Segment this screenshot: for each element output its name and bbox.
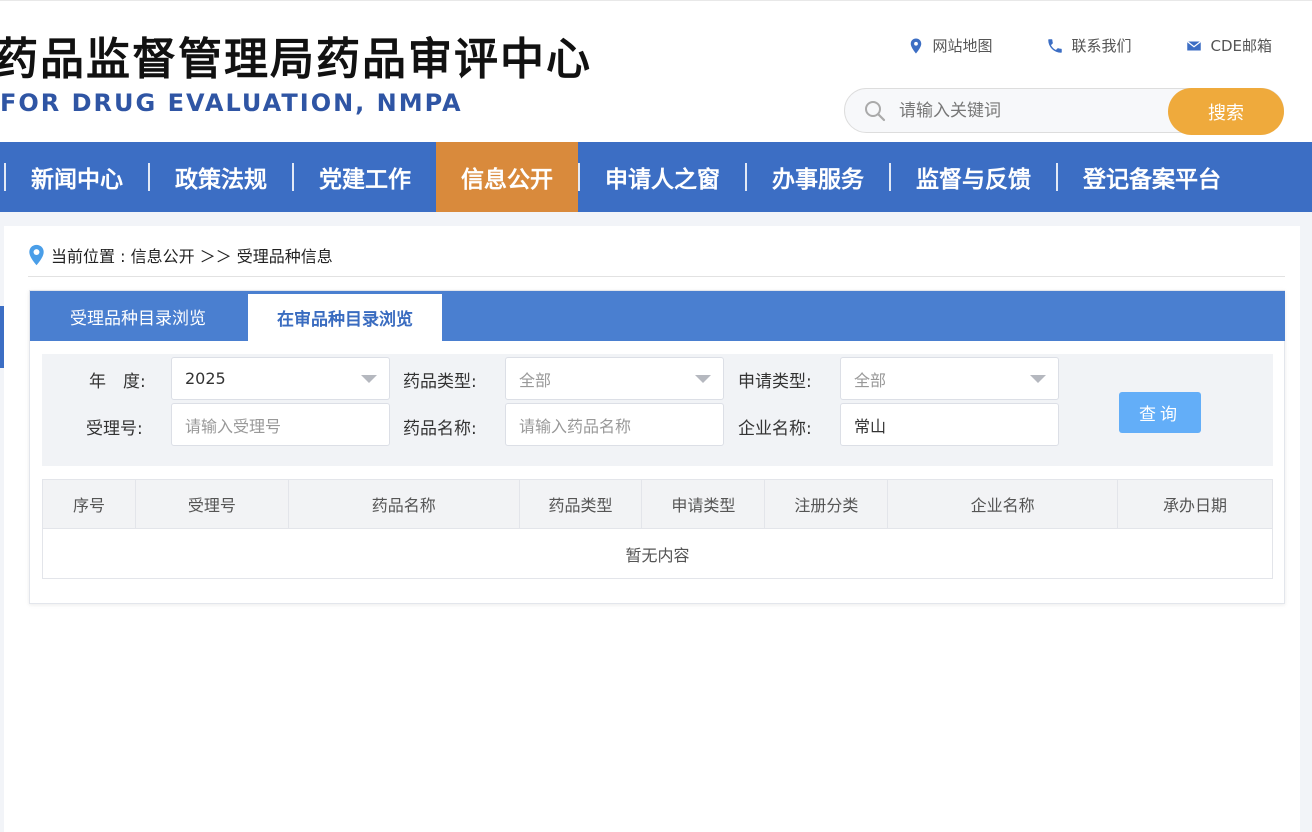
breadcrumb-text: 当前位置 : 信息公开 ＞＞ 受理品种信息 <box>51 247 333 266</box>
column-header: 药品类型 <box>518 479 643 529</box>
contact-link[interactable]: 联系我们 <box>1046 35 1131 56</box>
site-header: 药品监督管理局药品审评中心 FOR DRUG EVALUATION, NMPA … <box>0 0 1312 142</box>
drug-type-label: 药品类型: <box>403 372 477 392</box>
company-label: 企业名称: <box>738 419 812 439</box>
column-header: 企业名称 <box>887 479 1119 529</box>
nav-item-disclosure[interactable]: 信息公开 <box>436 142 578 212</box>
search-box: 搜索 <box>844 88 1284 135</box>
table-header-row: 序号 受理号 药品名称 药品类型 申请类型 注册分类 企业名称 承办日期 <box>42 479 1273 529</box>
mail-icon <box>1187 40 1202 50</box>
year-value: 2025 <box>185 369 226 388</box>
year-select[interactable]: 2025 <box>171 357 390 400</box>
breadcrumb-divider <box>28 276 1285 277</box>
search-button[interactable]: 搜索 <box>1168 88 1284 135</box>
nav-item-party[interactable]: 党建工作 <box>294 142 436 212</box>
sitemap-link[interactable]: 网站地图 <box>907 35 992 56</box>
phone-icon <box>1048 38 1063 53</box>
column-header: 序号 <box>42 479 136 529</box>
drug-type-select[interactable]: 全部 <box>505 357 724 400</box>
column-header: 注册分类 <box>764 479 889 529</box>
nav-item-registration[interactable]: 登记备案平台 <box>1058 142 1246 212</box>
main-nav: 新闻中心 政策法规 党建工作 信息公开 申请人之窗 办事服务 监督与反馈 登记备… <box>0 142 1312 212</box>
results-table: 序号 受理号 药品名称 药品类型 申请类型 注册分类 企业名称 承办日期 暂无内… <box>42 479 1273 579</box>
catalog-panel: 受理品种目录浏览 在审品种目录浏览 年 度: 2025 药品类型: 全部 申请类… <box>29 290 1285 604</box>
apply-type-label: 申请类型: <box>738 372 812 392</box>
chevron-down-icon <box>361 375 377 383</box>
chevron-down-icon <box>695 375 711 383</box>
top-links: 网站地图 联系我们 CDE邮箱 <box>907 35 1272 56</box>
location-pin-icon <box>29 244 44 266</box>
apply-type-select[interactable]: 全部 <box>840 357 1059 400</box>
nav-item-supervision[interactable]: 监督与反馈 <box>891 142 1056 212</box>
company-input[interactable]: 常山 <box>840 403 1059 446</box>
site-title: 药品监督管理局药品审评中心 <box>0 34 592 85</box>
chevron-down-icon <box>1030 375 1046 383</box>
tab-bar: 受理品种目录浏览 在审品种目录浏览 <box>30 291 1285 341</box>
nav-item-policy[interactable]: 政策法规 <box>150 142 292 212</box>
column-header: 受理号 <box>134 479 289 529</box>
year-label: 年 度: <box>89 372 146 392</box>
location-pin-icon <box>911 38 922 53</box>
accept-no-input[interactable]: 请输入受理号 <box>171 403 390 446</box>
mail-link[interactable]: CDE邮箱 <box>1185 35 1272 56</box>
tab-under-review-catalog[interactable]: 在审品种目录浏览 <box>248 294 442 341</box>
drug-name-input[interactable]: 请输入药品名称 <box>505 403 724 446</box>
column-header: 药品名称 <box>287 479 520 529</box>
drug-name-label: 药品名称: <box>403 419 477 439</box>
apply-type-value: 全部 <box>854 370 887 390</box>
breadcrumb: 当前位置 : 信息公开 ＞＞ 受理品种信息 <box>28 243 333 267</box>
site-subtitle: FOR DRUG EVALUATION, NMPA <box>0 89 463 117</box>
nav-item-services[interactable]: 办事服务 <box>747 142 889 212</box>
nav-item-applicant[interactable]: 申请人之窗 <box>580 142 745 212</box>
empty-message: 暂无内容 <box>42 528 1273 579</box>
filter-form: 年 度: 2025 药品类型: 全部 申请类型: 全部 受理号: 请输入受理号 … <box>42 354 1273 466</box>
sitemap-label: 网站地图 <box>932 37 993 55</box>
contact-label: 联系我们 <box>1071 37 1132 55</box>
nav-item-news[interactable]: 新闻中心 <box>6 142 148 212</box>
drug-type-value: 全部 <box>519 370 552 390</box>
accept-no-label: 受理号: <box>86 419 143 439</box>
search-input[interactable] <box>899 97 1159 125</box>
column-header: 承办日期 <box>1117 479 1273 529</box>
tab-accepted-catalog[interactable]: 受理品种目录浏览 <box>30 291 246 341</box>
left-accent-bar <box>0 306 4 368</box>
mail-label: CDE邮箱 <box>1210 37 1272 55</box>
query-button[interactable]: 查询 <box>1119 392 1201 433</box>
table-row: 暂无内容 <box>42 528 1273 579</box>
column-header: 申请类型 <box>641 479 766 529</box>
search-icon <box>865 101 886 122</box>
